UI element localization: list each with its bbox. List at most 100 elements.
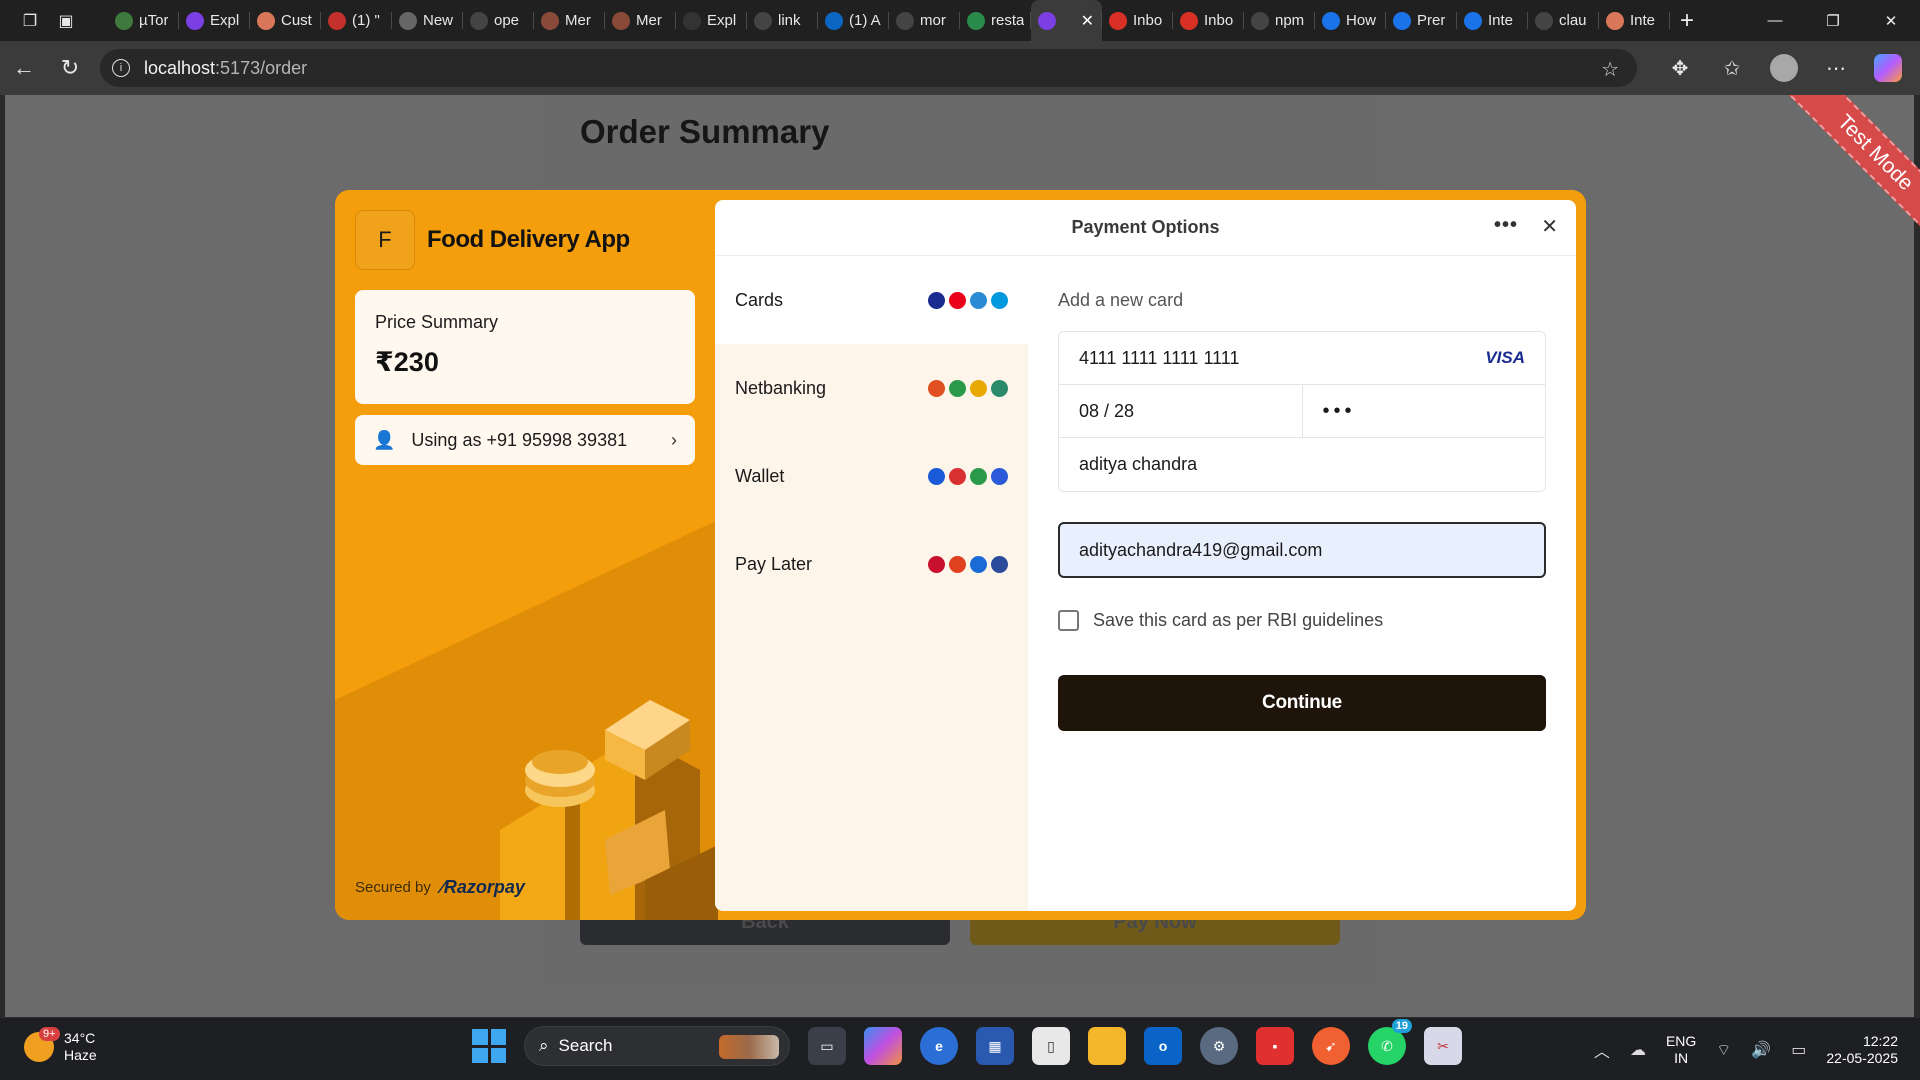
- wifi-icon[interactable]: ⌔: [1716, 1040, 1731, 1060]
- site-info-icon[interactable]: i: [112, 59, 130, 77]
- file-explorer-icon[interactable]: [1088, 1027, 1126, 1065]
- tab-strip: µTor Expl Cust (1) " New ope Mer Mer Expl link (1)…: [108, 0, 1670, 41]
- perplexity-icon: [1322, 11, 1340, 30]
- more-menu-icon[interactable]: ⋯: [1822, 54, 1850, 82]
- utorrent-icon: [115, 11, 133, 30]
- browser-tab[interactable]: Inbo: [1102, 0, 1173, 41]
- notepad-icon[interactable]: ▯: [1032, 1027, 1070, 1065]
- tab-title: How: [1346, 12, 1377, 29]
- tab-title: Inbo: [1204, 12, 1234, 29]
- provider-logo-icon: [970, 291, 987, 309]
- start-windows-icon[interactable]: [472, 1029, 506, 1063]
- outlook-icon[interactable]: o: [1144, 1027, 1182, 1065]
- cvv-field[interactable]: •••: [1303, 385, 1546, 437]
- browser-tab[interactable]: Inbo: [1173, 0, 1244, 41]
- close-tab-icon[interactable]: ✕: [1081, 11, 1094, 31]
- tab-title: npm: [1275, 12, 1305, 29]
- edge-browser-icon[interactable]: e: [920, 1027, 958, 1065]
- weather-badge: 9+: [39, 1027, 60, 1041]
- browser-tab[interactable]: Expl: [676, 0, 747, 41]
- browser-tab[interactable]: (1) ": [321, 0, 392, 41]
- back-arrow-icon[interactable]: ←: [12, 55, 36, 80]
- save-card-row[interactable]: Save this card as per RBI guidelines: [1058, 610, 1546, 631]
- payment-method-label: Wallet: [735, 465, 785, 486]
- snipping-tool-icon[interactable]: ✂: [1424, 1027, 1462, 1065]
- provider-logo-icon: [949, 467, 966, 485]
- search-icon: [1535, 11, 1553, 30]
- browser-tab[interactable]: Prer: [1386, 0, 1457, 41]
- extensions-icon[interactable]: ✥: [1666, 54, 1694, 82]
- browser-tab[interactable]: How: [1315, 0, 1386, 41]
- clock[interactable]: 12:22 22-05-2025: [1826, 1033, 1898, 1067]
- browser-tab[interactable]: npm: [1244, 0, 1315, 41]
- browser-tab[interactable]: clau: [1528, 0, 1599, 41]
- payment-method-wallet[interactable]: Wallet: [715, 432, 1028, 520]
- browser-tab[interactable]: Cust: [250, 0, 321, 41]
- close-window-button[interactable]: ✕: [1862, 0, 1920, 41]
- close-icon[interactable]: ✕: [1541, 214, 1558, 239]
- more-options-icon[interactable]: •••: [1494, 214, 1518, 237]
- browser-tab[interactable]: Inte: [1599, 0, 1670, 41]
- user-contact-button[interactable]: 👤 Using as +91 95998 39381 ›: [355, 415, 695, 465]
- browser-tab[interactable]: µTor: [108, 0, 179, 41]
- url-bar[interactable]: i localhost:5173/order ☆: [100, 49, 1637, 87]
- tab-title: (1) ": [352, 12, 380, 29]
- payment-method-pay-later[interactable]: Pay Later: [715, 520, 1028, 608]
- provider-logo-icon: [991, 555, 1008, 573]
- browser-tab[interactable]: resta: [960, 0, 1031, 41]
- favorite-star-icon[interactable]: ☆: [1601, 57, 1619, 82]
- postman-icon[interactable]: ➹: [1312, 1027, 1350, 1065]
- taskbar-search[interactable]: ⌕ Search: [524, 1026, 790, 1066]
- provider-logo-icon: [970, 467, 987, 485]
- copilot-icon[interactable]: [1874, 54, 1902, 82]
- gmail-icon: [1109, 11, 1127, 30]
- workspaces-icon[interactable]: ❐: [18, 9, 42, 33]
- favorites-icon[interactable]: ✩: [1718, 54, 1746, 82]
- payment-method-netbanking[interactable]: Netbanking: [715, 344, 1028, 432]
- copilot-app-icon[interactable]: [864, 1027, 902, 1065]
- card-number-field[interactable]: 4111 1111 1111 1111 VISA: [1059, 332, 1545, 385]
- browser-tab[interactable]: Mer: [534, 0, 605, 41]
- price-summary-card: Price Summary ₹230: [355, 290, 695, 404]
- expiry-field[interactable]: 08 / 28: [1059, 385, 1303, 437]
- url-host: localhost: [144, 57, 216, 78]
- browser-tab[interactable]: Expl: [179, 0, 250, 41]
- payment-method-cards[interactable]: Cards: [715, 256, 1028, 344]
- browser-tab[interactable]: mor: [889, 0, 960, 41]
- browser-tab[interactable]: link: [747, 0, 818, 41]
- whatsapp-icon[interactable]: ✆ 19: [1368, 1019, 1412, 1065]
- provider-logo-icon: [970, 555, 987, 573]
- settings-gear-icon[interactable]: ⚙: [1200, 1027, 1238, 1065]
- browser-tab[interactable]: ope: [463, 0, 534, 41]
- new-tab-button[interactable]: +: [1680, 7, 1694, 35]
- email-field[interactable]: adityachandra419@gmail.com: [1058, 522, 1546, 578]
- browser-tab[interactable]: ✕: [1031, 0, 1102, 41]
- refresh-icon[interactable]: ↻: [58, 55, 82, 80]
- browser-tab[interactable]: Inte: [1457, 0, 1528, 41]
- red-app-icon[interactable]: ▪: [1256, 1027, 1294, 1065]
- browser-tab[interactable]: Mer: [605, 0, 676, 41]
- weather-widget[interactable]: 9+ 34°C Haze: [24, 1027, 97, 1064]
- user-icon: 👤: [373, 429, 396, 450]
- chevron-up-icon[interactable]: ︿: [1594, 1038, 1610, 1062]
- continue-button[interactable]: Continue: [1058, 675, 1546, 731]
- browser-tab[interactable]: New: [392, 0, 463, 41]
- battery-icon[interactable]: ▭: [1791, 1040, 1806, 1060]
- store-icon[interactable]: ▦: [976, 1027, 1014, 1065]
- perplexity-icon: [1393, 11, 1411, 30]
- cardholder-name-field[interactable]: aditya chandra: [1059, 438, 1545, 491]
- restore-button[interactable]: ❐: [1804, 0, 1862, 41]
- task-view-icon[interactable]: ▭: [808, 1027, 846, 1065]
- language-indicator[interactable]: ENG IN: [1666, 1033, 1696, 1067]
- minimize-button[interactable]: —: [1746, 0, 1804, 41]
- volume-icon[interactable]: 🔊: [1751, 1040, 1771, 1060]
- tab-title: New: [423, 12, 454, 29]
- tab-title: Mer: [565, 12, 591, 29]
- search-icon: [896, 11, 914, 30]
- browser-tab[interactable]: (1) A: [818, 0, 889, 41]
- tab-title: Cust: [281, 12, 312, 29]
- network-error-icon[interactable]: ☁: [1630, 1040, 1646, 1060]
- vertical-tabs-icon[interactable]: ▣: [54, 9, 78, 33]
- save-card-checkbox[interactable]: [1058, 610, 1079, 631]
- profile-avatar-icon[interactable]: [1770, 54, 1798, 82]
